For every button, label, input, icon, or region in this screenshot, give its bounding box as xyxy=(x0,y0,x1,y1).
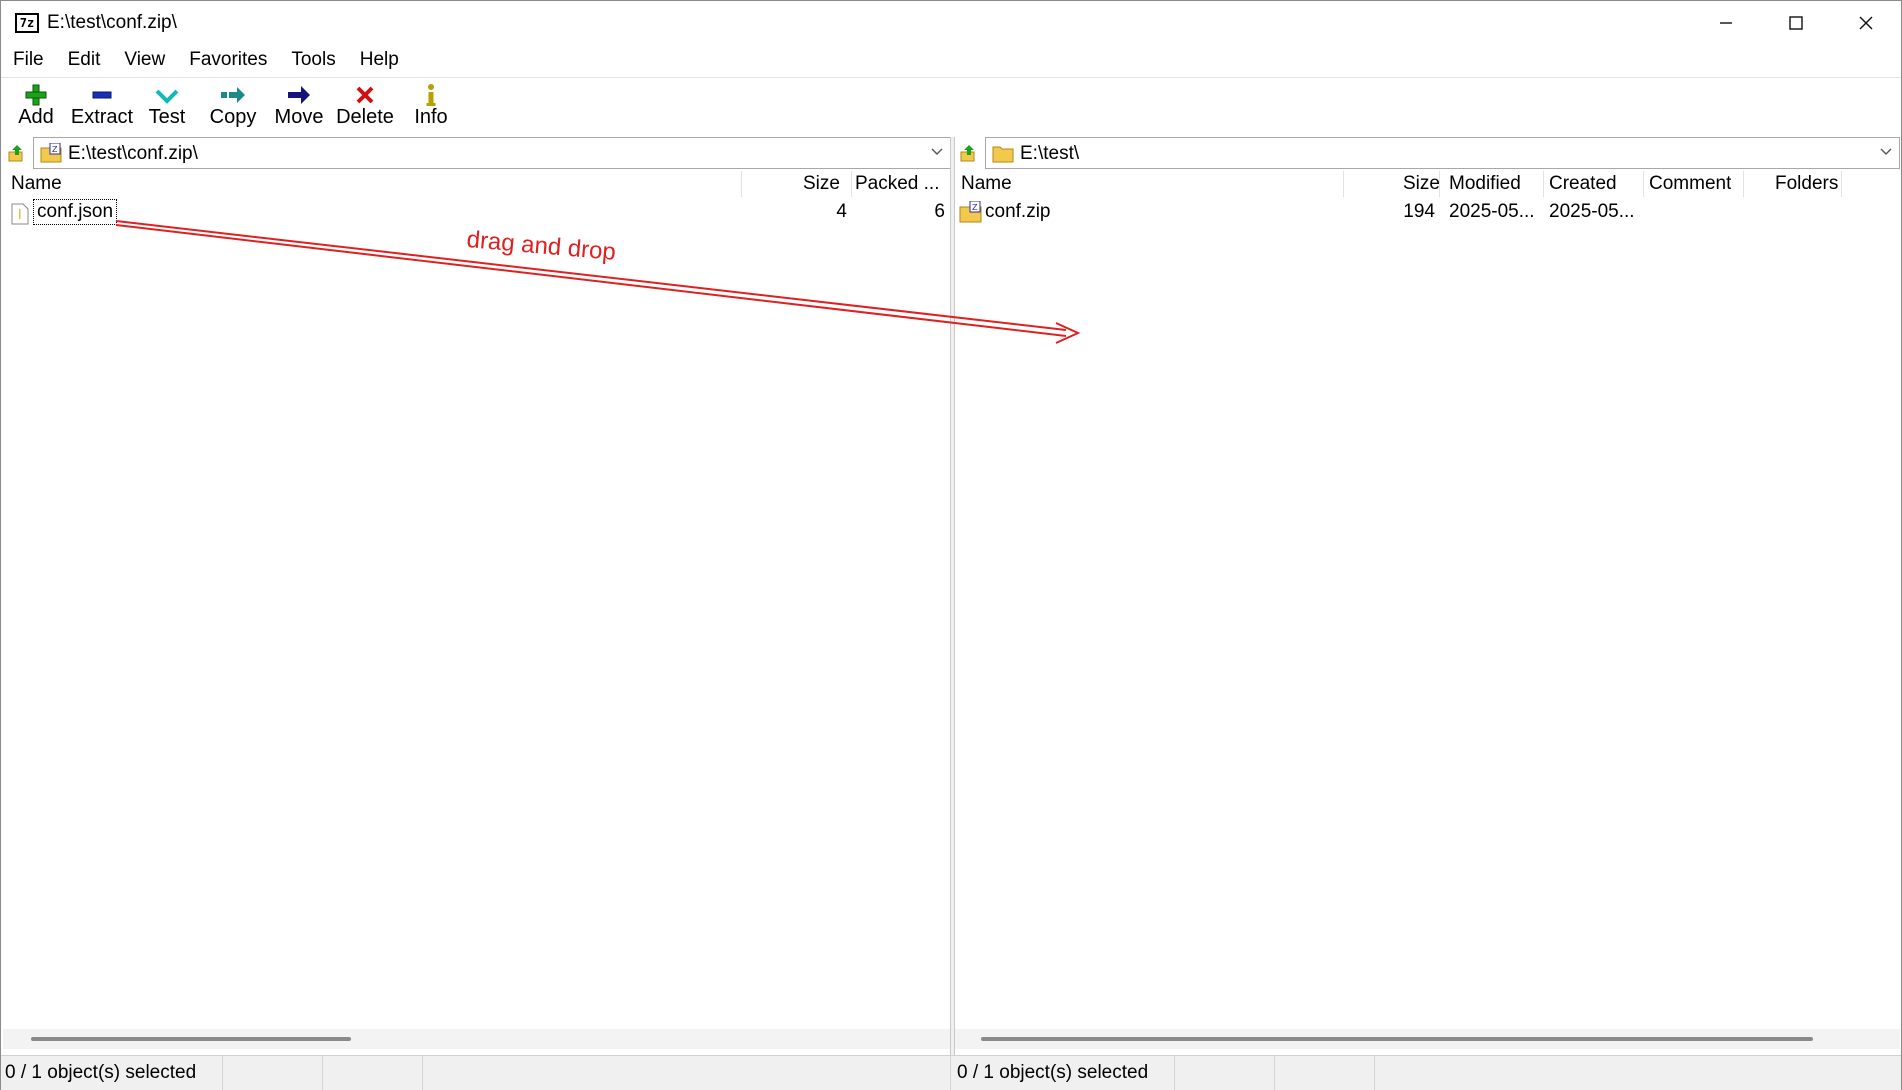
list-item[interactable]: Z conf.zip 194 2025-05... 2025-05... xyxy=(955,199,1900,227)
toolbar: Add Extract Test Copy Move Delete Info xyxy=(1,77,1901,137)
right-horizontal-scrollbar[interactable] xyxy=(955,1029,1900,1049)
app-7zip-icon: 7z xyxy=(15,13,39,33)
left-status-selection: 0 / 1 object(s) selected xyxy=(1,1056,223,1090)
file-modified: 2025-05... xyxy=(1449,201,1535,222)
menu-view[interactable]: View xyxy=(112,45,177,77)
scrollbar-thumb[interactable] xyxy=(31,1037,351,1041)
column-size[interactable]: Size xyxy=(1403,173,1440,195)
close-button[interactable] xyxy=(1831,1,1901,45)
plus-icon xyxy=(25,84,47,106)
app-window: 7z E:\test\conf.zip\ File Edit View Favo… xyxy=(0,0,1902,1090)
status-cell xyxy=(223,1056,323,1090)
add-label: Add xyxy=(18,106,54,128)
archive-folder-icon: Z xyxy=(40,143,62,163)
up-folder-icon[interactable] xyxy=(959,143,979,163)
left-path-text: E:\test\conf.zip\ xyxy=(68,143,198,164)
file-name[interactable]: conf.zip xyxy=(985,201,1050,223)
move-label: Move xyxy=(274,106,324,128)
chevron-down-icon[interactable] xyxy=(930,145,944,159)
double-arrow-icon xyxy=(221,87,245,103)
menu-file[interactable]: File xyxy=(1,45,56,77)
info-icon xyxy=(426,84,436,106)
column-size[interactable]: Size xyxy=(803,173,840,195)
right-path-text: E:\test\ xyxy=(1020,143,1080,164)
file-created: 2025-05... xyxy=(1549,201,1635,222)
delete-button[interactable]: Delete xyxy=(335,82,395,136)
menu-edit[interactable]: Edit xyxy=(56,45,113,77)
right-address-row: E:\test\ xyxy=(955,137,1900,169)
minus-icon xyxy=(92,91,112,99)
info-button[interactable]: Info xyxy=(411,82,451,136)
column-separator[interactable] xyxy=(1543,171,1544,197)
minimize-icon xyxy=(1720,22,1732,24)
column-name[interactable]: Name xyxy=(11,173,62,195)
column-comment[interactable]: Comment xyxy=(1649,173,1731,195)
maximize-icon xyxy=(1789,16,1803,30)
right-column-header: Name Size Modified Created Comment Folde… xyxy=(955,171,1900,197)
test-label: Test xyxy=(148,106,186,128)
left-horizontal-scrollbar[interactable] xyxy=(3,1029,951,1049)
info-label: Info xyxy=(414,106,448,128)
status-cell xyxy=(423,1056,951,1090)
right-status-selection: 0 / 1 object(s) selected xyxy=(953,1056,1175,1090)
column-separator[interactable] xyxy=(1841,171,1842,197)
file-icon xyxy=(11,203,29,225)
check-icon xyxy=(155,89,179,104)
extract-label: Extract xyxy=(70,106,134,128)
left-address-row: Z E:\test\conf.zip\ xyxy=(3,137,951,169)
menu-bar: File Edit View Favorites Tools Help xyxy=(1,45,1901,77)
column-separator[interactable] xyxy=(851,171,852,197)
file-name[interactable]: conf.json xyxy=(33,199,118,225)
scrollbar-thumb[interactable] xyxy=(981,1037,1813,1041)
status-cell xyxy=(1175,1056,1275,1090)
move-button[interactable]: Move xyxy=(273,82,325,136)
status-bar: 0 / 1 object(s) selected 0 / 1 object(s)… xyxy=(1,1055,1901,1090)
status-cell xyxy=(323,1056,423,1090)
left-column-header: Name Size Packed ... xyxy=(3,171,951,197)
column-modified[interactable]: Modified xyxy=(1449,173,1521,195)
column-separator[interactable] xyxy=(1343,171,1344,197)
up-folder-icon[interactable] xyxy=(7,143,27,163)
file-packed-size: 6 xyxy=(934,201,945,222)
close-icon xyxy=(1859,16,1873,30)
column-name[interactable]: Name xyxy=(961,173,1012,195)
minimize-button[interactable] xyxy=(1691,1,1761,45)
right-pane: E:\test\ Name Size Modified Created Comm… xyxy=(955,137,1900,1055)
column-separator[interactable] xyxy=(1743,171,1744,197)
status-cell xyxy=(1375,1056,1901,1090)
file-size: 4 xyxy=(836,201,847,222)
svg-text:Z: Z xyxy=(52,145,58,154)
window-title: E:\test\conf.zip\ xyxy=(47,12,177,33)
right-path-combobox[interactable]: E:\test\ xyxy=(985,137,1900,169)
x-icon xyxy=(356,86,374,104)
extract-button[interactable]: Extract xyxy=(69,82,135,136)
left-path-combobox[interactable]: Z E:\test\conf.zip\ xyxy=(33,137,951,169)
menu-tools[interactable]: Tools xyxy=(279,45,347,77)
test-button[interactable]: Test xyxy=(145,82,189,136)
delete-label: Delete xyxy=(336,106,394,128)
column-separator[interactable] xyxy=(741,171,742,197)
maximize-button[interactable] xyxy=(1761,1,1831,45)
copy-label: Copy xyxy=(209,106,257,128)
status-cell xyxy=(1275,1056,1375,1090)
chevron-down-icon[interactable] xyxy=(1879,145,1893,159)
column-separator[interactable] xyxy=(1643,171,1644,197)
title-bar: 7z E:\test\conf.zip\ xyxy=(1,1,1901,45)
add-button[interactable]: Add xyxy=(13,82,59,136)
arrow-right-icon xyxy=(288,86,310,104)
left-pane: Z E:\test\conf.zip\ Name Size Packed ...… xyxy=(3,137,951,1055)
list-item[interactable]: conf.json 4 6 xyxy=(3,199,951,227)
menu-favorites[interactable]: Favorites xyxy=(177,45,279,77)
menu-help[interactable]: Help xyxy=(348,45,411,77)
copy-button[interactable]: Copy xyxy=(207,82,259,136)
file-size: 194 xyxy=(1403,201,1435,222)
folder-icon xyxy=(992,146,1014,163)
column-packed[interactable]: Packed ... xyxy=(855,173,947,195)
column-folders[interactable]: Folders xyxy=(1775,173,1838,195)
archive-folder-icon: Z xyxy=(959,201,982,223)
column-separator[interactable] xyxy=(1439,171,1440,197)
svg-text:Z: Z xyxy=(972,203,978,212)
column-created[interactable]: Created xyxy=(1549,173,1617,195)
